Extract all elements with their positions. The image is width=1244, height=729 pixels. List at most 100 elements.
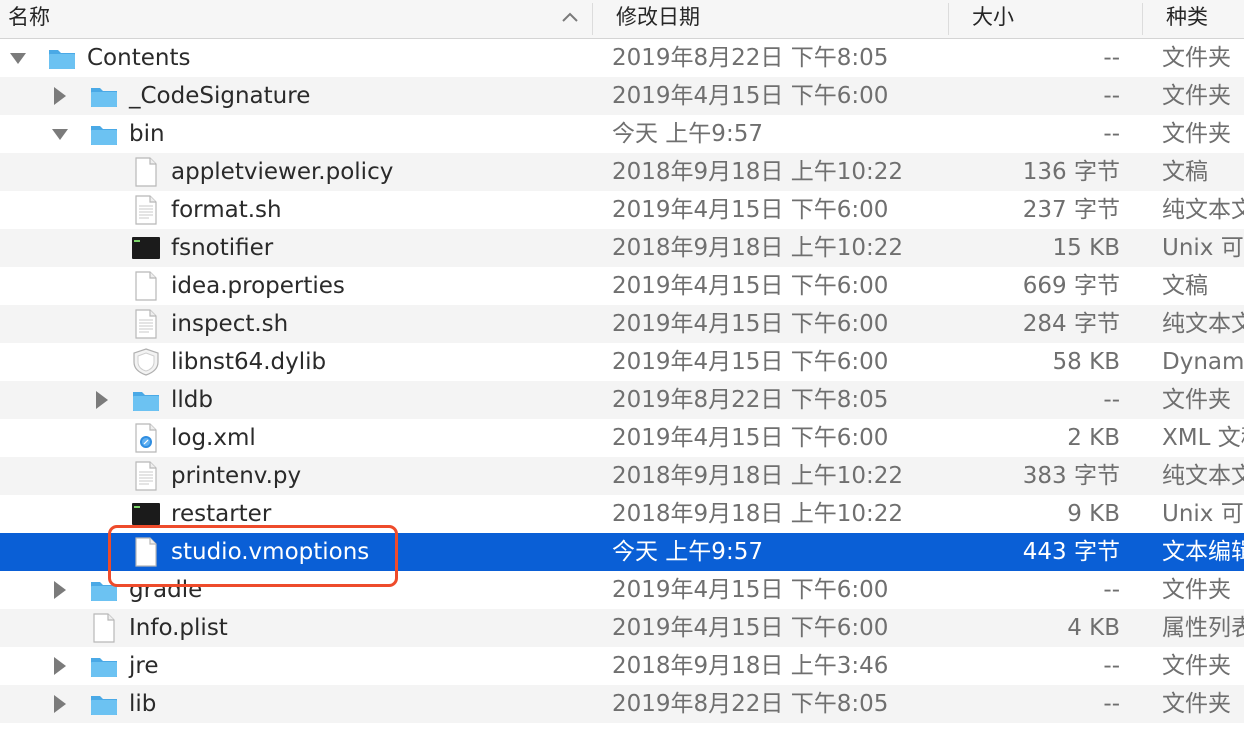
file-name: lldb bbox=[171, 387, 213, 413]
column-divider[interactable] bbox=[1142, 3, 1143, 35]
file-row[interactable]: lldb 2019年8月22日 下午8:05 -- 文件夹 bbox=[0, 381, 1244, 419]
folder-icon bbox=[89, 119, 119, 149]
file-kind: Dynamic Library bbox=[1162, 349, 1244, 375]
file-kind: 文件夹 bbox=[1162, 83, 1231, 109]
modified-date: 2018年9月18日 上午10:22 bbox=[612, 235, 904, 261]
file-kind: 文本编辑文稿 bbox=[1162, 539, 1244, 565]
terminal-exec-icon bbox=[131, 233, 161, 263]
column-divider[interactable] bbox=[592, 3, 593, 35]
modified-date: 2019年4月15日 下午6:00 bbox=[612, 615, 889, 641]
file-size: -- bbox=[1103, 45, 1120, 71]
column-header-name[interactable]: 名称 bbox=[0, 0, 592, 38]
file-size: -- bbox=[1103, 691, 1120, 717]
file-name: lib bbox=[129, 691, 157, 717]
column-header-kind-label: 种类 bbox=[1166, 5, 1208, 29]
xml-file-icon bbox=[131, 423, 161, 453]
file-row[interactable]: jre 2018年9月18日 上午3:46 -- 文件夹 bbox=[0, 647, 1244, 685]
column-divider[interactable] bbox=[948, 3, 949, 35]
modified-date: 2019年4月15日 下午6:00 bbox=[612, 577, 889, 603]
disclosure-triangle-collapsed-icon[interactable] bbox=[50, 647, 70, 685]
file-row[interactable]: appletviewer.policy 2018年9月18日 上午10:22 136… bbox=[0, 153, 1244, 191]
file-kind: 文稿 bbox=[1162, 273, 1208, 299]
file-row[interactable]: Contents 2019年8月22日 下午8:05 -- 文件夹 bbox=[0, 39, 1244, 77]
file-row[interactable]: libnst64.dylib 2019年4月15日 下午6:00 58 KB Dyna… bbox=[0, 343, 1244, 381]
disclosure-triangle-expanded-icon[interactable] bbox=[8, 39, 28, 77]
file-row[interactable]: format.sh 2019年4月15日 下午6:00 237 字节 纯文本文稿 bbox=[0, 191, 1244, 229]
file-row[interactable]: _CodeSignature 2019年4月15日 下午6:00 -- 文件夹 bbox=[0, 77, 1244, 115]
column-header-kind[interactable]: 种类 bbox=[1158, 0, 1244, 38]
column-header-size-label: 大小 bbox=[972, 5, 1014, 29]
file-size: 136 字节 bbox=[1022, 159, 1120, 185]
text-file-icon bbox=[131, 309, 161, 339]
file-row[interactable]: bin 今天 上午9:57 -- 文件夹 bbox=[0, 115, 1244, 153]
modified-date: 2019年4月15日 下午6:00 bbox=[612, 311, 889, 337]
file-name: Contents bbox=[87, 45, 191, 71]
folder-icon bbox=[47, 43, 77, 73]
file-kind: Unix 可执行文件 bbox=[1162, 235, 1244, 261]
disclosure-triangle-collapsed-icon[interactable] bbox=[50, 77, 70, 115]
file-row[interactable]: printenv.py 2018年9月18日 上午10:22 383 字节 纯文本文稿 bbox=[0, 457, 1244, 495]
file-size: 15 KB bbox=[1052, 235, 1120, 261]
library-shield-icon bbox=[131, 347, 161, 377]
modified-date: 2019年4月15日 下午6:00 bbox=[612, 425, 889, 451]
modified-date: 2019年4月15日 下午6:00 bbox=[612, 349, 889, 375]
file-row[interactable]: fsnotifier 2018年9月18日 上午10:22 15 KB Unix 可执… bbox=[0, 229, 1244, 267]
modified-date: 2019年4月15日 下午6:00 bbox=[612, 197, 889, 223]
file-list: Contents 2019年8月22日 下午8:05 -- 文件夹 _CodeSigna… bbox=[0, 39, 1244, 723]
annotation-highlight-box bbox=[108, 525, 398, 587]
file-size: 237 字节 bbox=[1022, 197, 1120, 223]
disclosure-triangle-collapsed-icon[interactable] bbox=[92, 381, 112, 419]
column-header-size[interactable]: 大小 bbox=[964, 0, 1142, 38]
file-name: Info.plist bbox=[129, 615, 228, 641]
file-size: 2 KB bbox=[1067, 425, 1120, 451]
text-file-icon bbox=[131, 195, 161, 225]
modified-date: 今天 上午9:57 bbox=[612, 539, 763, 565]
file-row[interactable]: idea.properties 2019年4月15日 下午6:00 669 字节 文稿 bbox=[0, 267, 1244, 305]
file-name: printenv.py bbox=[171, 463, 302, 489]
disclosure-triangle-collapsed-icon[interactable] bbox=[50, 571, 70, 609]
modified-date: 2018年9月18日 上午3:46 bbox=[612, 653, 889, 679]
disclosure-triangle-expanded-icon[interactable] bbox=[50, 115, 70, 153]
file-kind: XML 文稿 bbox=[1162, 425, 1244, 451]
file-size: 9 KB bbox=[1067, 501, 1120, 527]
file-name: libnst64.dylib bbox=[171, 349, 327, 375]
file-kind: Unix 可执行文件 bbox=[1162, 501, 1244, 527]
text-file-icon bbox=[131, 461, 161, 491]
file-row[interactable]: log.xml 2019年4月15日 下午6:00 2 KB XML 文稿 bbox=[0, 419, 1244, 457]
file-row[interactable]: lib 2019年8月22日 下午8:05 -- 文件夹 bbox=[0, 685, 1244, 723]
file-kind: 属性列表 bbox=[1162, 615, 1244, 641]
file-row[interactable]: inspect.sh 2019年4月15日 下午6:00 284 字节 纯文本文稿 bbox=[0, 305, 1244, 343]
file-size: 58 KB bbox=[1052, 349, 1120, 375]
sort-ascending-icon[interactable] bbox=[560, 9, 580, 25]
file-kind: 纯文本文稿 bbox=[1162, 463, 1244, 489]
file-row[interactable]: Info.plist 2019年4月15日 下午6:00 4 KB 属性列表 bbox=[0, 609, 1244, 647]
file-size: -- bbox=[1103, 577, 1120, 603]
modified-date: 2019年8月22日 下午8:05 bbox=[612, 691, 889, 717]
file-size: 284 字节 bbox=[1022, 311, 1120, 337]
file-size: -- bbox=[1103, 83, 1120, 109]
modified-date: 2019年8月22日 下午8:05 bbox=[612, 387, 889, 413]
file-kind: 文件夹 bbox=[1162, 653, 1231, 679]
document-icon bbox=[89, 613, 119, 643]
file-name: jre bbox=[129, 653, 159, 679]
folder-icon bbox=[89, 651, 119, 681]
file-name: appletviewer.policy bbox=[171, 159, 394, 185]
column-header-date[interactable]: 修改日期 bbox=[608, 0, 948, 38]
file-name: log.xml bbox=[171, 425, 256, 451]
disclosure-triangle-collapsed-icon[interactable] bbox=[50, 685, 70, 723]
column-header-date-label: 修改日期 bbox=[616, 5, 700, 29]
file-kind: 文件夹 bbox=[1162, 387, 1231, 413]
column-header: 名称 修改日期 大小 种类 bbox=[0, 0, 1244, 39]
modified-date: 2018年9月18日 上午10:22 bbox=[612, 463, 904, 489]
file-name: format.sh bbox=[171, 197, 282, 223]
file-kind: 文件夹 bbox=[1162, 121, 1231, 147]
file-name: _CodeSignature bbox=[129, 83, 311, 109]
folder-icon bbox=[89, 689, 119, 719]
file-name: fsnotifier bbox=[171, 235, 274, 261]
file-name: bin bbox=[129, 121, 165, 147]
document-icon bbox=[131, 157, 161, 187]
file-size: 383 字节 bbox=[1022, 463, 1120, 489]
file-size: 443 字节 bbox=[1022, 539, 1120, 565]
file-kind: 文件夹 bbox=[1162, 577, 1231, 603]
document-icon bbox=[131, 271, 161, 301]
